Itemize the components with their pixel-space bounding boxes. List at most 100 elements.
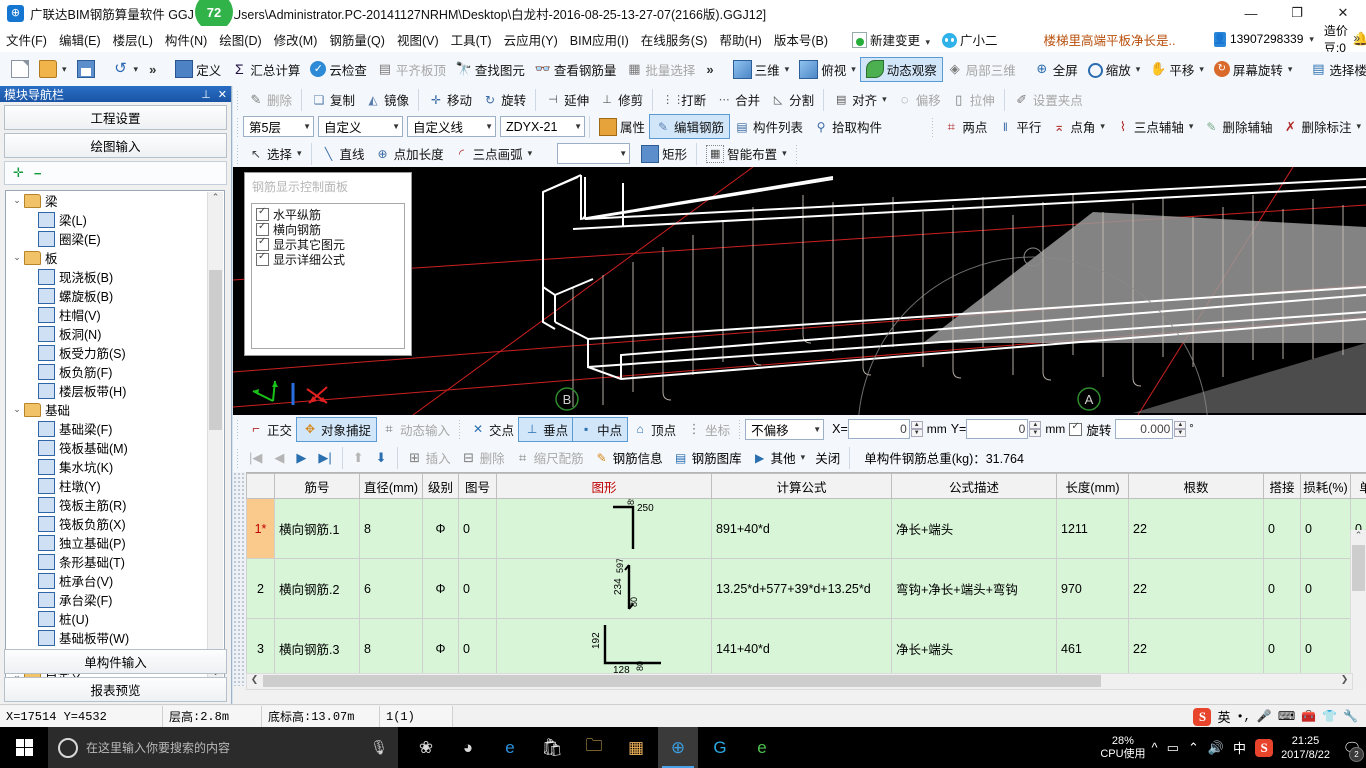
- row-number[interactable]: 3: [246, 618, 275, 679]
- stepper-down-icon[interactable]: ▼: [1029, 429, 1042, 437]
- cell-diameter[interactable]: 8: [359, 618, 423, 679]
- component-code-select[interactable]: ZDYX-21 ▼: [500, 116, 585, 137]
- tree-item-strip-foundation[interactable]: 条形基础(T): [6, 552, 208, 571]
- keyboard-icon[interactable]: ⌨: [1278, 709, 1295, 724]
- rotate-button[interactable]: ↻ 旋转: [477, 88, 531, 111]
- parallel-button[interactable]: ‖ 平行: [992, 115, 1046, 138]
- cell-fig-no[interactable]: 0: [458, 498, 497, 559]
- menu-floor[interactable]: 楼层(L): [107, 27, 159, 52]
- new-change-button[interactable]: 新建变更 ▾: [846, 27, 936, 52]
- toolbar-grip[interactable]: [236, 419, 240, 439]
- cell-figure[interactable]: 192 128 80: [496, 618, 712, 679]
- cell-length[interactable]: 1211: [1056, 498, 1129, 559]
- delete-dimension-button[interactable]: ✗ 删除标注 ▾: [1277, 115, 1366, 138]
- scroll-up-icon[interactable]: ⌃: [1351, 530, 1366, 545]
- tree-item-foundation-beam[interactable]: 基础梁(F): [6, 419, 208, 438]
- align-button[interactable]: ▤ 对齐 ▾: [828, 88, 892, 111]
- x-input[interactable]: 0: [847, 419, 910, 439]
- mic-icon[interactable]: 🎙: [370, 739, 388, 756]
- toolbox-icon[interactable]: 🧰: [1301, 709, 1316, 724]
- menu-component[interactable]: 构件(N): [159, 27, 213, 52]
- tree-item-slab-main-rebar[interactable]: 板受力筋(S): [6, 343, 208, 362]
- toolbar-grip[interactable]: [236, 116, 240, 137]
- stepper-up-icon[interactable]: ▲: [1029, 421, 1042, 429]
- fullscreen-button[interactable]: ⊕ 全屏: [1029, 58, 1083, 81]
- checkbox-row-show-other-elements[interactable]: 显示其它图元: [256, 236, 404, 252]
- 3d-viewport[interactable]: B A 钢筋显示控制面板 水平纵筋 横向钢筋 显示其它图元: [233, 167, 1366, 415]
- pin-icon[interactable]: ⊥: [201, 88, 211, 101]
- coordinate-snap[interactable]: ⋮ 坐标: [681, 418, 735, 441]
- tree-item-slab-hole[interactable]: 板洞(N): [6, 324, 208, 343]
- move-button[interactable]: ✛ 移动: [423, 88, 477, 111]
- th-rebar-no[interactable]: 筋号: [274, 473, 360, 499]
- copy-button[interactable]: ❏ 复制: [306, 88, 360, 111]
- tree-item-floor-band[interactable]: 楼层板带(H): [6, 381, 208, 400]
- checkbox-icon[interactable]: [256, 251, 269, 266]
- merge-button[interactable]: ⋯ 合并: [711, 88, 765, 111]
- taskbar-app-excel[interactable]: ▦: [616, 727, 656, 768]
- break-button[interactable]: ⋮⋮ 打断: [657, 88, 711, 111]
- stepper-up-icon[interactable]: ▲: [910, 421, 923, 429]
- scroll-up-icon[interactable]: ⌃: [208, 192, 223, 207]
- y-input[interactable]: 0: [966, 419, 1029, 439]
- toolbar-grip[interactable]: [236, 143, 240, 164]
- flush-slab-top-button[interactable]: ▤ 平齐板顶: [372, 58, 451, 81]
- tree-item-raft-foundation[interactable]: 筏板基础(M): [6, 438, 208, 457]
- cell-rebar-name[interactable]: 横向钢筋.3: [274, 618, 360, 679]
- tree-item-isolated-foundation[interactable]: 独立基础(P): [6, 533, 208, 552]
- row-number[interactable]: 1*: [246, 498, 275, 559]
- taskbar-app-tencent[interactable]: G: [700, 727, 740, 768]
- taskbar-search[interactable]: 在这里输入你要搜索的内容 🎙: [48, 727, 398, 768]
- tree-item-sump[interactable]: 集水坑(K): [6, 457, 208, 476]
- subtype-select[interactable]: 自定义线 ▼: [407, 116, 496, 137]
- cell-lap[interactable]: 0: [1263, 618, 1301, 679]
- project-settings-button[interactable]: 工程设置: [4, 105, 227, 130]
- offset-button[interactable]: ◌ 偏移: [892, 88, 946, 111]
- tree-item-raft-main-rebar[interactable]: 筏板主筋(R): [6, 495, 208, 514]
- last-record-button[interactable]: ▶|: [312, 450, 337, 466]
- checkbox-row-horizontal-longitudinal[interactable]: 水平纵筋: [256, 206, 404, 222]
- tree-scrollbar[interactable]: ⌃ ⌄: [207, 192, 223, 682]
- th-count[interactable]: 根数: [1128, 473, 1264, 499]
- prev-record-button[interactable]: ◀: [268, 450, 290, 466]
- scroll-thumb[interactable]: [1352, 545, 1365, 591]
- stretch-button[interactable]: ▯ 拉伸: [946, 88, 1000, 111]
- tree-item-ring-beam[interactable]: 圈梁(E): [6, 229, 208, 248]
- three-point-axis-button[interactable]: ⌇ 三点辅轴 ▾: [1110, 115, 1199, 138]
- save-file-button[interactable]: [72, 58, 100, 80]
- delete-row-button[interactable]: ⊟ 删除: [456, 446, 510, 469]
- grid-left-grip[interactable]: [233, 472, 246, 686]
- dynamic-input-toggle[interactable]: ⌗ 动态输入: [376, 418, 455, 441]
- tree-item-foundation-band[interactable]: 基础板带(W): [6, 628, 208, 647]
- offset-mode-select[interactable]: 不偏移 ▼: [745, 418, 825, 440]
- cell-rebar-name[interactable]: 横向钢筋.1: [274, 498, 360, 559]
- sogou-tray-icon[interactable]: S: [1255, 738, 1274, 757]
- scale-rebar-button[interactable]: ⌗ 缩尺配筋: [510, 446, 589, 469]
- table-row[interactable]: 1* 横向钢筋.1 8 Φ 0 583 320 89 250: [246, 473, 1366, 559]
- add-icon[interactable]: ✛: [13, 165, 24, 181]
- define-button[interactable]: 定义: [170, 58, 226, 81]
- single-component-input-button[interactable]: 单构件输入: [4, 649, 227, 674]
- cell-lap[interactable]: 0: [1263, 558, 1301, 619]
- menu-rebar-qty[interactable]: 钢筋量(Q): [323, 27, 391, 52]
- checkbox-row-show-detail-formula[interactable]: 显示详细公式: [256, 251, 404, 267]
- scroll-thumb[interactable]: [209, 270, 222, 430]
- cell-fig-no[interactable]: 0: [458, 558, 497, 619]
- shirt-icon[interactable]: 👕: [1322, 709, 1337, 724]
- table-row[interactable]: 3 横向钢筋.3 8 Φ 0 192 128 80 141+40*d 净长+端头…: [246, 618, 1366, 679]
- report-preview-button[interactable]: 报表预览: [4, 677, 227, 702]
- cell-formula[interactable]: 13.25*d+577+39*d+13.25*d: [711, 558, 892, 619]
- cloud-check-button[interactable]: ✓ 云检查: [305, 58, 372, 81]
- draw-option-select[interactable]: ▼: [557, 143, 631, 164]
- next-record-button[interactable]: ▶: [290, 450, 312, 466]
- menu-file[interactable]: 文件(F): [0, 27, 53, 52]
- move-up-button[interactable]: ⬆: [347, 450, 370, 466]
- cell-description[interactable]: 净长+端头: [891, 618, 1057, 679]
- open-file-button[interactable]: ▾: [34, 58, 72, 80]
- rebar-info-button[interactable]: ✎ 钢筋信息: [589, 446, 668, 469]
- checkbox-row-transverse-rebar[interactable]: 横向钢筋: [256, 221, 404, 237]
- tree-item-beam[interactable]: 梁(L): [6, 210, 208, 229]
- cell-loss[interactable]: 0: [1300, 618, 1351, 679]
- vertex-snap[interactable]: ⌂ 顶点: [627, 418, 681, 441]
- toolbar-grip[interactable]: [931, 116, 936, 137]
